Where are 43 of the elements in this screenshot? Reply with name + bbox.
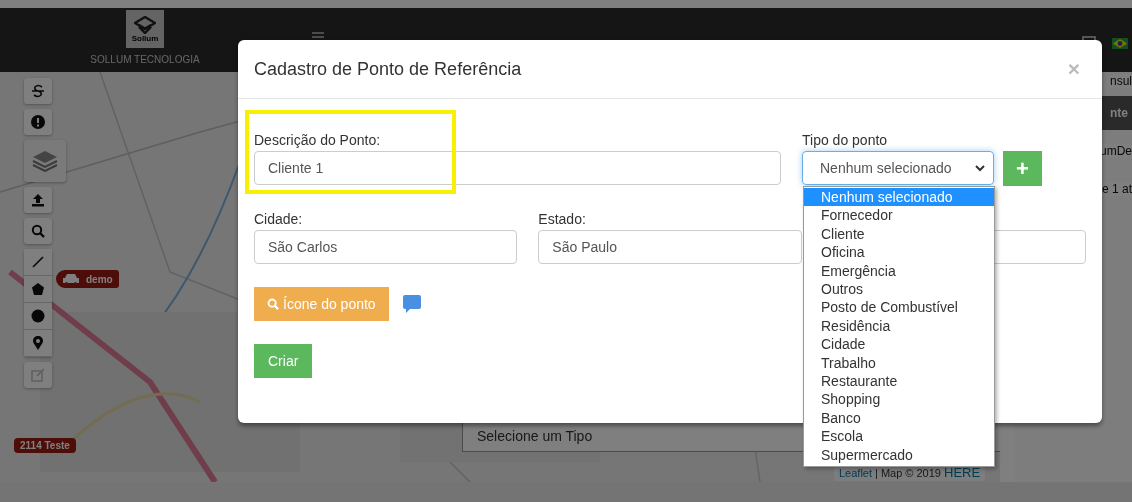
dropdown-option[interactable]: Cliente: [804, 224, 994, 244]
map-marker[interactable]: demo: [56, 270, 119, 288]
dropdown-option[interactable]: Supermercado: [804, 445, 994, 465]
dropdown-option[interactable]: Oficina: [804, 243, 994, 262]
measure-icon[interactable]: [24, 78, 52, 104]
separator: |: [875, 467, 878, 479]
map-marker[interactable]: 2114 Teste: [14, 438, 76, 453]
flag-icon[interactable]: [1112, 38, 1128, 49]
description-field[interactable]: Cliente 1: [254, 151, 781, 185]
field-label: Tipo do ponto: [802, 132, 889, 148]
logo-text: Sollum: [131, 34, 159, 43]
field-label: Descrição do Ponto:: [254, 132, 382, 148]
dropdown-option[interactable]: Outros: [804, 280, 994, 299]
type-dropdown[interactable]: Nenhum selecionado: [802, 151, 994, 185]
dropdown-option[interactable]: Trabalho: [804, 353, 994, 373]
chevron-icon: [975, 164, 985, 172]
dropdown-option[interactable]: Residência: [804, 316, 994, 336]
field-label: Estado:: [538, 211, 587, 227]
brand-name: SOLLUM TECNOLOGIA: [90, 54, 200, 65]
dropdown-option[interactable]: Fornecedor: [804, 206, 994, 225]
dropdown-option[interactable]: Escola: [804, 427, 994, 446]
search-icon: [267, 298, 279, 310]
dropdown-option[interactable]: Cidade: [804, 335, 994, 354]
dropdown-option[interactable]: Restaurante: [804, 372, 994, 391]
dropdown-option[interactable]: Banco: [804, 408, 994, 428]
speech-bubble-icon: [401, 294, 422, 314]
info-icon[interactable]: [24, 109, 52, 135]
dropdown-option[interactable]: Emergência: [804, 261, 994, 281]
city-field[interactable]: São Carlos: [254, 230, 518, 264]
dropdown-option[interactable]: Posto de Combustível: [804, 298, 994, 317]
search-icon[interactable]: [24, 218, 52, 244]
cut-text: nsul: [1108, 74, 1132, 88]
map-pin-icon[interactable]: [24, 330, 52, 357]
state-field[interactable]: São Paulo: [538, 230, 802, 264]
dropdown-option[interactable]: Shopping: [804, 390, 994, 409]
upload-icon[interactable]: [24, 187, 52, 213]
logo-icon: [134, 15, 156, 34]
modal-title: Cadastro de Ponto de Referência: [254, 58, 522, 80]
attribution-text: Map © 2019: [880, 467, 941, 479]
field-label: Cidade:: [254, 211, 304, 227]
car-icon: [62, 273, 80, 285]
layers-icon[interactable]: [24, 140, 66, 182]
polygon-icon[interactable]: [24, 276, 52, 303]
